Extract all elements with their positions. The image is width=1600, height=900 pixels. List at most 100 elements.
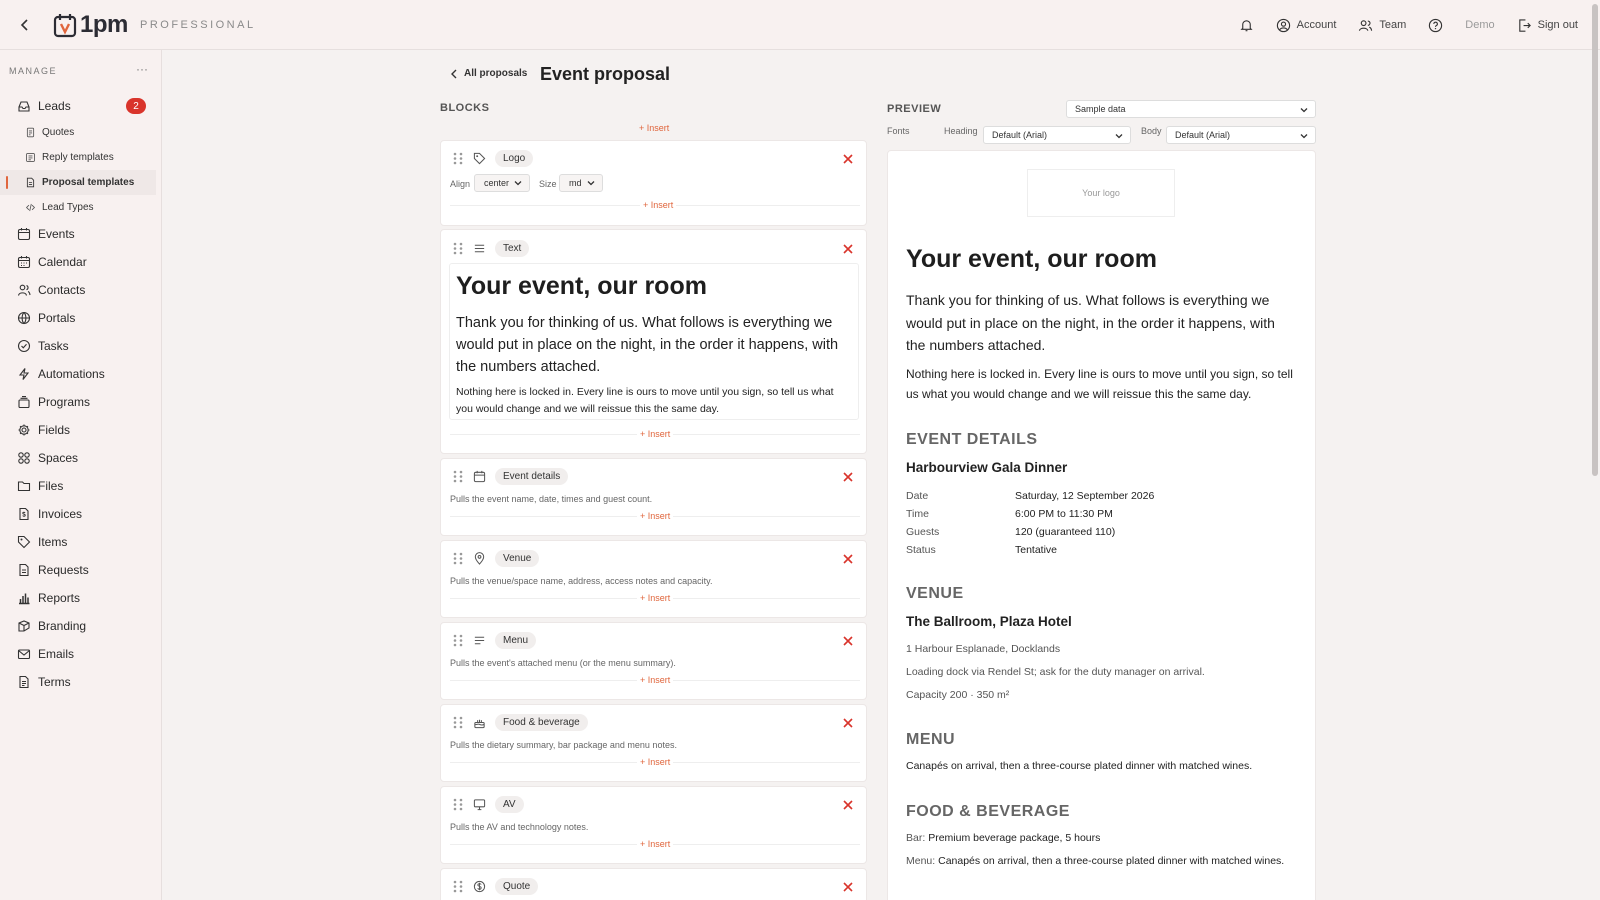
remove-block-icon[interactable] [842, 553, 854, 565]
heading-font-select[interactable]: Default (Arial) [983, 126, 1131, 144]
sidebar-item-reply-templates[interactable]: Reply templates [0, 145, 162, 170]
top-actions: Account Team Demo Sign out [1217, 0, 1578, 50]
sidebar-item-requests[interactable]: Requests [0, 556, 162, 584]
account-button[interactable]: Account [1276, 18, 1336, 33]
drag-handle-icon[interactable] [453, 242, 463, 255]
chevron-down-icon [1115, 134, 1123, 139]
brand-logo[interactable]: 1pm [52, 11, 128, 39]
sidebar-item-portals[interactable]: Portals [0, 304, 162, 332]
sidebar-item-label: Programs [38, 395, 91, 409]
sidebar-item-programs[interactable]: Programs [0, 388, 162, 416]
sidebar-item-branding[interactable]: Branding [0, 612, 162, 640]
logo-block-card: Logo Align center Size md + Insert [440, 140, 867, 226]
insert-button[interactable]: + Insert [637, 675, 674, 685]
menu-label: Menu: [906, 855, 936, 867]
notifications-button[interactable] [1239, 18, 1254, 33]
remove-block-icon[interactable] [842, 881, 854, 893]
drag-handle-icon[interactable] [453, 634, 463, 647]
remove-block-icon[interactable] [842, 717, 854, 729]
block-description: Pulls the AV and technology notes. [450, 822, 589, 832]
scrollbar-thumb[interactable] [1592, 4, 1598, 476]
sidebar-item-label: Proposal templates [42, 177, 135, 188]
sign-out-button[interactable]: Sign out [1517, 18, 1578, 33]
align-select[interactable]: center [474, 174, 531, 192]
insert-button[interactable]: + Insert [637, 839, 674, 849]
sidebar-item-label: Invoices [38, 507, 83, 521]
drag-handle-icon[interactable] [453, 880, 463, 893]
food-beverage-block-card: Food & beverage Pulls the dietary summar… [440, 704, 867, 782]
drag-handle-icon[interactable] [453, 716, 463, 729]
team-button[interactable]: Team [1358, 18, 1406, 33]
sidebar-item-label: Tasks [38, 339, 69, 353]
sidebar-item-spaces[interactable]: Spaces [0, 444, 162, 472]
insert-button[interactable]: + Insert [639, 123, 669, 133]
back-button[interactable] [14, 14, 36, 36]
size-label: Size [539, 179, 557, 189]
detail-value: Tentative [1015, 544, 1058, 556]
remove-block-icon[interactable] [842, 635, 854, 647]
tag-icon [17, 535, 31, 549]
sidebar-item-lead-types[interactable]: Lead Types [0, 195, 162, 220]
text-editor-heading: Your event, our room [456, 272, 707, 300]
all-proposals-link[interactable]: All proposals [450, 68, 527, 79]
team-label: Team [1379, 19, 1407, 31]
sidebar-item-label: Lead Types [42, 202, 94, 213]
detail-value: 120 (guaranteed 110) [1015, 526, 1116, 538]
drag-handle-icon[interactable] [453, 470, 463, 483]
text-block-card: Text Your event, our room Thank you for … [440, 229, 867, 454]
sidebar-item-calendar[interactable]: Calendar [0, 248, 162, 276]
sidebar-item-automations[interactable]: Automations [0, 360, 162, 388]
remove-block-icon[interactable] [842, 799, 854, 811]
sidebar-item-label: Calendar [38, 255, 87, 269]
sidebar-item-tasks[interactable]: Tasks [0, 332, 162, 360]
sidebar-item-contacts[interactable]: Contacts [0, 276, 162, 304]
chevron-down-icon [1300, 108, 1308, 113]
sidebar-item-invoices[interactable]: Invoices [0, 500, 162, 528]
inbox-icon [18, 101, 30, 112]
mail-icon [17, 649, 31, 660]
sign-out-icon [1518, 18, 1531, 32]
sidebar-item-quotes[interactable]: Quotes [0, 120, 162, 145]
sidebar-more-button[interactable]: ··· [136, 62, 148, 76]
drag-handle-icon[interactable] [453, 152, 463, 165]
sample-data-select[interactable]: Sample data [1066, 100, 1316, 118]
sidebar-item-proposal-templates[interactable]: Proposal templates [0, 170, 156, 195]
remove-block-icon[interactable] [842, 153, 854, 165]
sidebar-item-items[interactable]: Items [0, 528, 162, 556]
body-font-select[interactable]: Default (Arial) [1166, 126, 1316, 144]
preview-paragraph: Nothing here is locked in. Every line is… [906, 367, 1293, 401]
menu-text: Canapés on arrival, then a three-course … [906, 760, 1253, 772]
sidebar-item-emails[interactable]: Emails [0, 640, 162, 668]
globe-icon [17, 311, 31, 325]
insert-button[interactable]: + Insert [637, 593, 674, 603]
help-button[interactable] [1428, 18, 1443, 33]
insert-button[interactable]: + Insert [637, 757, 674, 767]
food-beverage-heading: FOOD & BEVERAGE [906, 803, 1070, 820]
drag-handle-icon[interactable] [453, 798, 463, 811]
sidebar-item-leads[interactable]: Leads 2 [0, 92, 162, 120]
dollar-circle-icon [473, 880, 486, 893]
sidebar-item-files[interactable]: Files [0, 472, 162, 500]
sidebar-item-label: Leads [38, 99, 71, 113]
cake-icon [474, 719, 485, 729]
preview-title: Your event, our room [906, 245, 1157, 273]
menu-block-card: Menu Pulls the event's attached menu (or… [440, 622, 867, 700]
insert-button[interactable]: + Insert [637, 511, 674, 521]
remove-block-icon[interactable] [842, 471, 854, 483]
sidebar-item-reports[interactable]: Reports [0, 584, 162, 612]
insert-button[interactable]: + Insert [637, 429, 674, 439]
insert-button[interactable]: + Insert [640, 200, 677, 210]
sidebar-item-terms[interactable]: Terms [0, 668, 162, 696]
text-editor[interactable]: Your event, our room Thank you for think… [449, 263, 859, 420]
size-select[interactable]: md [559, 174, 603, 192]
sidebar-item-fields[interactable]: Fields [0, 416, 162, 444]
chevron-left-icon [20, 19, 28, 31]
sidebar-item-events[interactable]: Events [0, 220, 162, 248]
invoice-icon [19, 507, 29, 521]
remove-block-icon[interactable] [842, 243, 854, 255]
demo-link[interactable]: Demo [1465, 19, 1494, 31]
sidebar-item-label: Terms [38, 675, 71, 689]
text-lines-icon [474, 244, 485, 253]
drag-handle-icon[interactable] [453, 552, 463, 565]
page-scrollbar[interactable] [1592, 0, 1598, 900]
